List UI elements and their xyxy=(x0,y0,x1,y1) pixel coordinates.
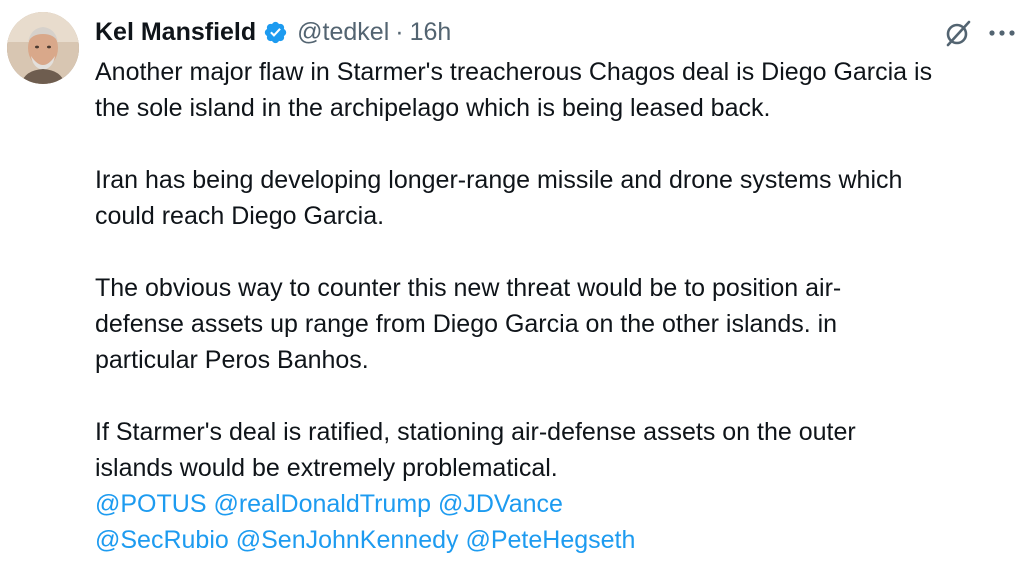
more-options-button[interactable] xyxy=(984,14,1020,52)
tweet-paragraph: Another major flaw in Starmer's treacher… xyxy=(95,54,1000,126)
avatar-portrait-icon xyxy=(7,12,79,84)
text-line: particular Peros Banhos. xyxy=(95,346,369,374)
mention-link-senjohnkennedy[interactable]: @SenJohnKennedy xyxy=(236,526,459,554)
timestamp[interactable]: 16h xyxy=(410,18,452,47)
text-line: the sole island in the archipelago which… xyxy=(95,94,771,122)
mention-link-potus[interactable]: @POTUS xyxy=(95,490,207,518)
verified-badge-icon xyxy=(263,20,288,45)
mentions: @POTUS @realDonaldTrump @JDVance @SecRub… xyxy=(95,486,1000,558)
grok-icon xyxy=(946,20,971,47)
mention-line: @SecRubio @SenJohnKennedy @PeteHegseth xyxy=(95,522,1000,558)
tweet-text: Another major flaw in Starmer's treacher… xyxy=(95,54,1000,558)
mention-link-secrubio[interactable]: @SecRubio xyxy=(95,526,229,554)
text-line: could reach Diego Garcia. xyxy=(95,202,385,230)
avatar[interactable] xyxy=(7,12,79,84)
tweet-paragraph: The obvious way to counter this new thre… xyxy=(95,270,1000,378)
author-handle[interactable]: @tedkel xyxy=(297,18,389,47)
separator-dot: · xyxy=(395,17,404,46)
mention-line: @POTUS @realDonaldTrump @JDVance xyxy=(95,486,1000,522)
tweet-paragraph: Iran has being developing longer-range m… xyxy=(95,162,1000,234)
grok-button[interactable] xyxy=(939,14,977,52)
text-line: The obvious way to counter this new thre… xyxy=(95,274,842,302)
tweet-paragraph: If Starmer's deal is ratified, stationin… xyxy=(95,414,1000,486)
tweet[interactable]: Kel Mansfield @tedkel · 16h Another majo… xyxy=(0,0,1024,563)
text-line: Another major flaw in Starmer's treacher… xyxy=(95,58,933,86)
mention-link-jdvance[interactable]: @JDVance xyxy=(438,490,563,518)
text-line: Iran has being developing longer-range m… xyxy=(95,166,903,194)
text-line: islands would be extremely problematical… xyxy=(95,454,558,482)
mention-link-petehegseth[interactable]: @PeteHegseth xyxy=(465,526,635,554)
author-name[interactable]: Kel Mansfield xyxy=(95,18,256,47)
text-line: If Starmer's deal is ratified, stationin… xyxy=(95,418,856,446)
tweet-header: Kel Mansfield @tedkel · 16h xyxy=(95,15,451,49)
more-dots-icon xyxy=(989,30,1015,36)
text-line: defense assets up range from Diego Garci… xyxy=(95,310,838,338)
mention-link-realdonaldtrump[interactable]: @realDonaldTrump xyxy=(213,490,431,518)
